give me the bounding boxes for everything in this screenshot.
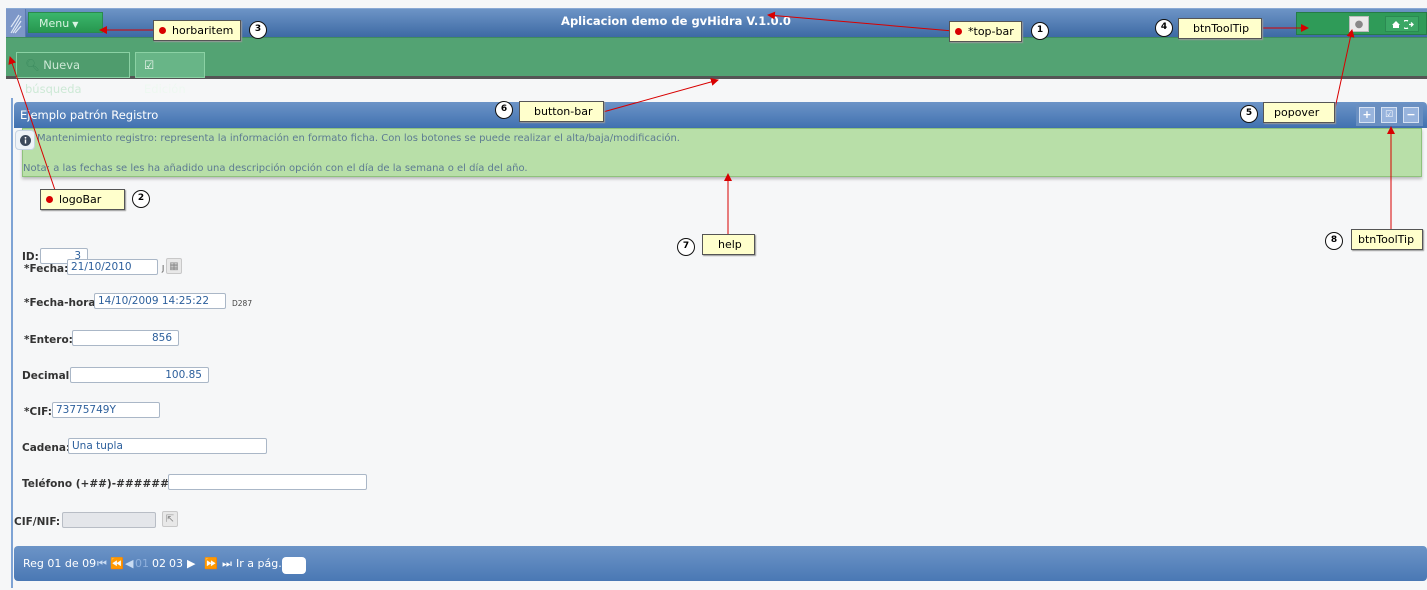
callout-number-2: 2 [132, 190, 150, 208]
callout-popover: popover [1263, 102, 1335, 123]
callout-number-4: 4 [1155, 19, 1173, 37]
callout-label: help [718, 238, 742, 251]
callout-dot [955, 28, 962, 35]
callout-horbaritem: horbaritem [153, 20, 241, 41]
callout-number-8: 8 [1325, 232, 1343, 250]
arrow-popover [1333, 29, 1355, 114]
callout-label: logoBar [59, 193, 102, 206]
callout-button-bar: button-bar [519, 101, 604, 122]
callout-btntooltip-panel: btnToolTip [1351, 229, 1423, 250]
callout-number-3: 3 [249, 21, 267, 39]
annotation-arrows [8, 11, 1395, 237]
callout-number-5: 5 [1240, 105, 1258, 123]
callout-label: *top-bar [968, 25, 1014, 38]
callout-dot [46, 196, 53, 203]
callout-label: popover [1274, 106, 1320, 119]
callout-label: horbaritem [172, 24, 234, 37]
callout-label: btnToolTip [1193, 22, 1250, 35]
callout-top-bar: *top-bar [949, 21, 1022, 42]
callout-number-6: 6 [495, 101, 513, 119]
arrow-logo-bar [8, 56, 59, 200]
arrow-button-bar [602, 78, 719, 113]
callout-number-7: 7 [677, 238, 695, 256]
callout-help: help [702, 234, 755, 255]
callout-label: button-bar [534, 105, 593, 118]
arrow-top-bar [767, 11, 954, 32]
callout-label: btnToolTip [1358, 233, 1415, 246]
callout-number-1: 1 [1031, 22, 1049, 40]
callout-logobar: logoBar [40, 189, 125, 210]
callout-dot [159, 27, 166, 34]
callout-btntooltip-top: btnToolTip [1178, 18, 1262, 39]
